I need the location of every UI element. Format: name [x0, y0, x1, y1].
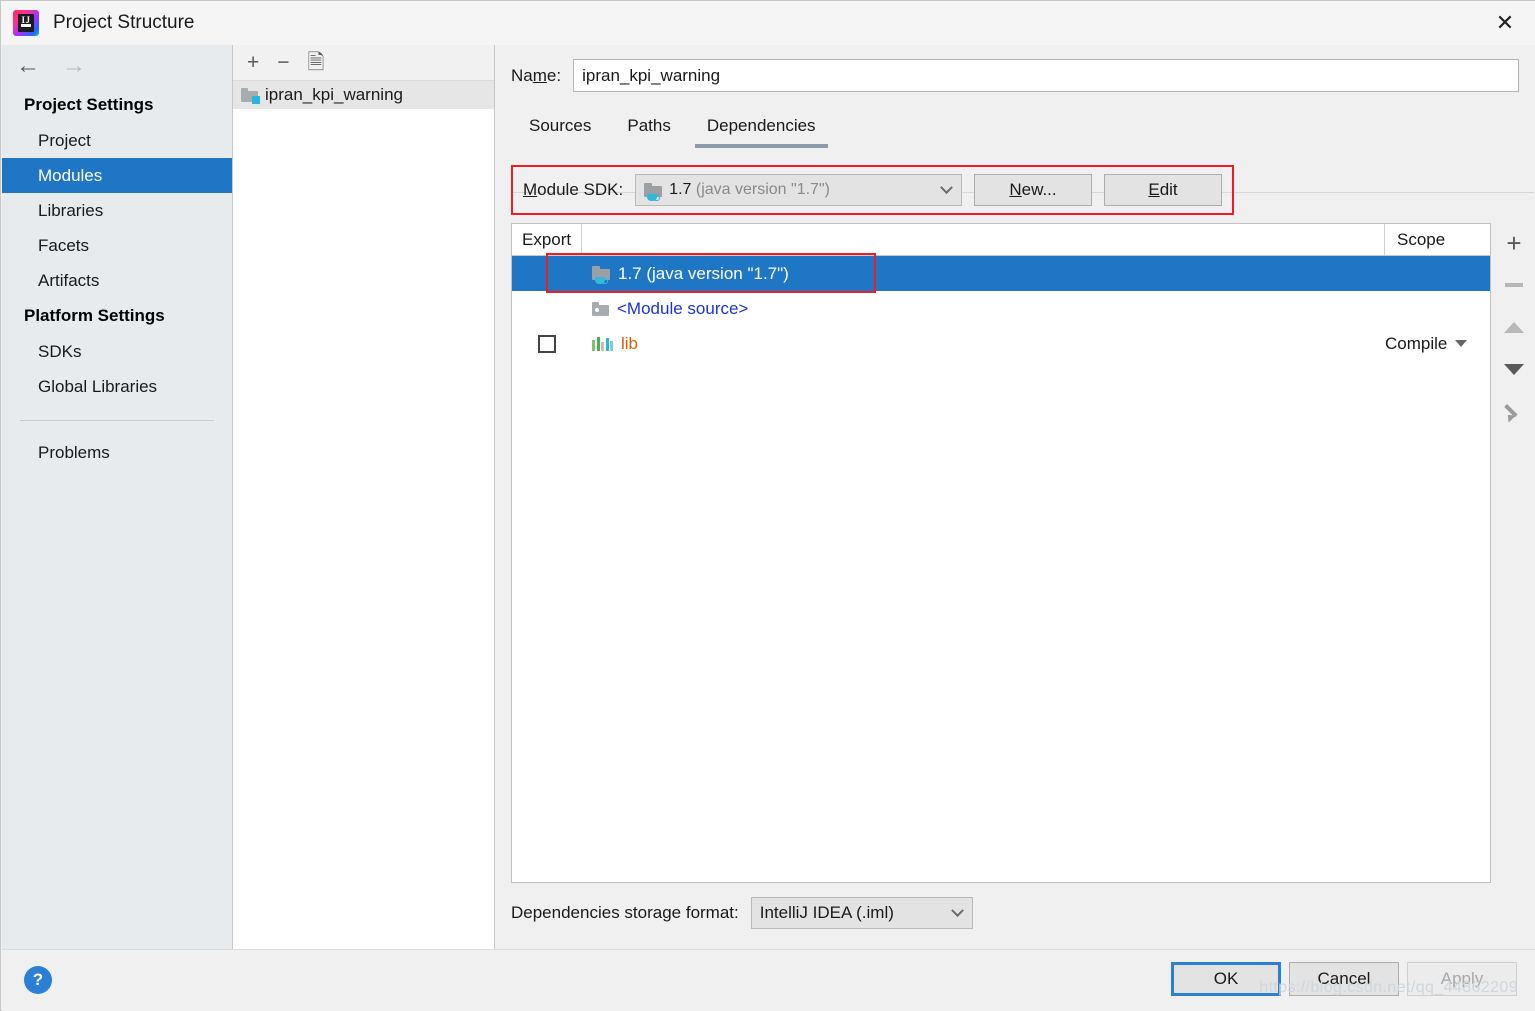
sidebar-item-modules[interactable]: Modules: [2, 158, 232, 193]
dialog-footer: ? OK Cancel Apply: [2, 949, 1535, 1011]
module-sdk-detail: (java version "1.7"): [695, 181, 830, 198]
sidebar-group-platform-settings: Platform Settings: [24, 306, 165, 325]
module-sdk-value: 1.7 (java version "1.7"): [669, 181, 830, 199]
module-sdk-select[interactable]: 1.7 (java version "1.7"): [635, 174, 962, 206]
edit-sdk-button[interactable]: Edit: [1104, 174, 1222, 206]
add-dependency-button[interactable]: +: [1499, 229, 1529, 257]
move-up-icon[interactable]: [1499, 313, 1529, 341]
module-list-item-label: ipran_kpi_warning: [265, 85, 403, 104]
arrow-right-icon[interactable]: →: [62, 54, 86, 78]
row-name-cell: <Module source>: [582, 299, 1385, 319]
sidebar-item-global-libraries[interactable]: Global Libraries: [2, 369, 232, 404]
module-list-toolbar: + − 🗎: [233, 45, 494, 81]
logo-underbar: [21, 24, 31, 27]
sidebar-item-project[interactable]: Project: [2, 123, 232, 158]
sidebar-item-artifacts[interactable]: Artifacts: [2, 263, 232, 298]
column-header-name[interactable]: [582, 224, 1385, 255]
table-header: Export Scope: [512, 224, 1490, 256]
tab-paths[interactable]: Paths: [609, 112, 688, 148]
storage-format-value: IntelliJ IDEA (.iml): [759, 903, 894, 922]
sidebar-group-project-settings: Project Settings: [24, 95, 154, 114]
jdk-folder-icon: [592, 266, 610, 284]
add-module-icon[interactable]: +: [247, 52, 259, 73]
remove-module-icon[interactable]: −: [277, 52, 289, 73]
sidebar-divider: [20, 420, 214, 421]
row-scope-label: Compile: [1385, 333, 1448, 353]
module-sdk-label: Module SDK:: [523, 180, 624, 199]
intellij-idea-logo-icon: IJ: [13, 10, 39, 36]
column-header-export[interactable]: Export: [512, 224, 582, 255]
name-row: Name:: [495, 45, 1535, 92]
library-books-icon: [592, 336, 613, 351]
row-name-label: 1.7 (java version "1.7"): [618, 263, 789, 283]
table-row[interactable]: 1.7 (java version "1.7"): [512, 256, 1490, 291]
logo-monogram: IJ: [18, 14, 34, 32]
help-icon[interactable]: ?: [24, 966, 52, 994]
dialog-buttons: OK Cancel Apply: [1171, 962, 1517, 996]
move-down-icon[interactable]: [1499, 355, 1529, 383]
storage-format-label: Dependencies storage format:: [511, 903, 739, 922]
tab-bar: Sources Paths Dependencies: [511, 112, 1535, 148]
module-source-icon: [592, 301, 609, 316]
tab-dependencies[interactable]: Dependencies: [689, 112, 834, 148]
row-name-label: <Module source>: [617, 298, 749, 318]
row-name-label: lib: [621, 333, 639, 353]
chevron-down-icon: [940, 181, 953, 195]
dependencies-table: Export Scope 1.7 (java version "1.7") <M…: [511, 223, 1491, 883]
table-row[interactable]: <Module source>: [512, 291, 1490, 326]
apply-button[interactable]: Apply: [1407, 962, 1517, 996]
module-list-panel: + − 🗎 ipran_kpi_warning: [233, 45, 495, 949]
ok-button[interactable]: OK: [1171, 962, 1281, 996]
pencil-icon[interactable]: [1499, 397, 1529, 425]
chevron-down-icon: [1455, 340, 1468, 347]
title-bar: IJ Project Structure ✕: [1, 1, 1535, 45]
window-title: Project Structure: [53, 12, 195, 33]
table-row[interactable]: lib Compile: [512, 326, 1490, 361]
name-label: Name:: [511, 65, 562, 85]
jdk-folder-icon: [644, 182, 663, 201]
sidebar-item-libraries[interactable]: Libraries: [2, 193, 232, 228]
column-header-scope[interactable]: Scope: [1385, 224, 1490, 255]
navigation-arrows: ← →: [2, 45, 232, 87]
row-name-cell: 1.7 (java version "1.7"): [582, 264, 1385, 284]
sidebar-item-problems[interactable]: Problems: [2, 435, 232, 470]
module-folder-icon: [241, 88, 260, 104]
module-sdk-row: Module SDK: 1.7 (java version "1.7") New…: [513, 167, 1232, 213]
project-structure-dialog: IJ Project Structure ✕ ← → Project Setti…: [0, 0, 1535, 1011]
arrow-left-icon[interactable]: ←: [16, 54, 40, 78]
tab-sources[interactable]: Sources: [511, 112, 609, 148]
row-export-cell[interactable]: [512, 334, 582, 353]
sidebar: ← → Project Settings Project Modules Lib…: [2, 45, 233, 949]
close-icon[interactable]: ✕: [1474, 1, 1535, 45]
row-scope-cell[interactable]: Compile: [1385, 334, 1490, 354]
sidebar-item-sdks[interactable]: SDKs: [2, 334, 232, 369]
name-input[interactable]: [573, 59, 1519, 92]
export-checkbox[interactable]: [538, 334, 556, 353]
cancel-button[interactable]: Cancel: [1289, 962, 1399, 996]
chevron-down-icon: [950, 904, 964, 918]
storage-format-select[interactable]: IntelliJ IDEA (.iml): [750, 897, 973, 929]
sidebar-item-facets[interactable]: Facets: [2, 228, 232, 263]
module-sdk-highlight-box: Module SDK: 1.7 (java version "1.7") New…: [511, 165, 1234, 215]
storage-format-row: Dependencies storage format: IntelliJ ID…: [511, 897, 973, 929]
new-sdk-button[interactable]: New...: [974, 174, 1092, 206]
dependencies-toolbar: +: [1493, 223, 1535, 883]
module-sdk-version: 1.7: [669, 181, 692, 198]
module-list-item[interactable]: ipran_kpi_warning: [233, 81, 494, 109]
row-name-cell: lib: [582, 334, 1385, 354]
remove-dependency-button[interactable]: [1499, 271, 1529, 299]
copy-module-icon[interactable]: 🗎: [308, 52, 325, 73]
